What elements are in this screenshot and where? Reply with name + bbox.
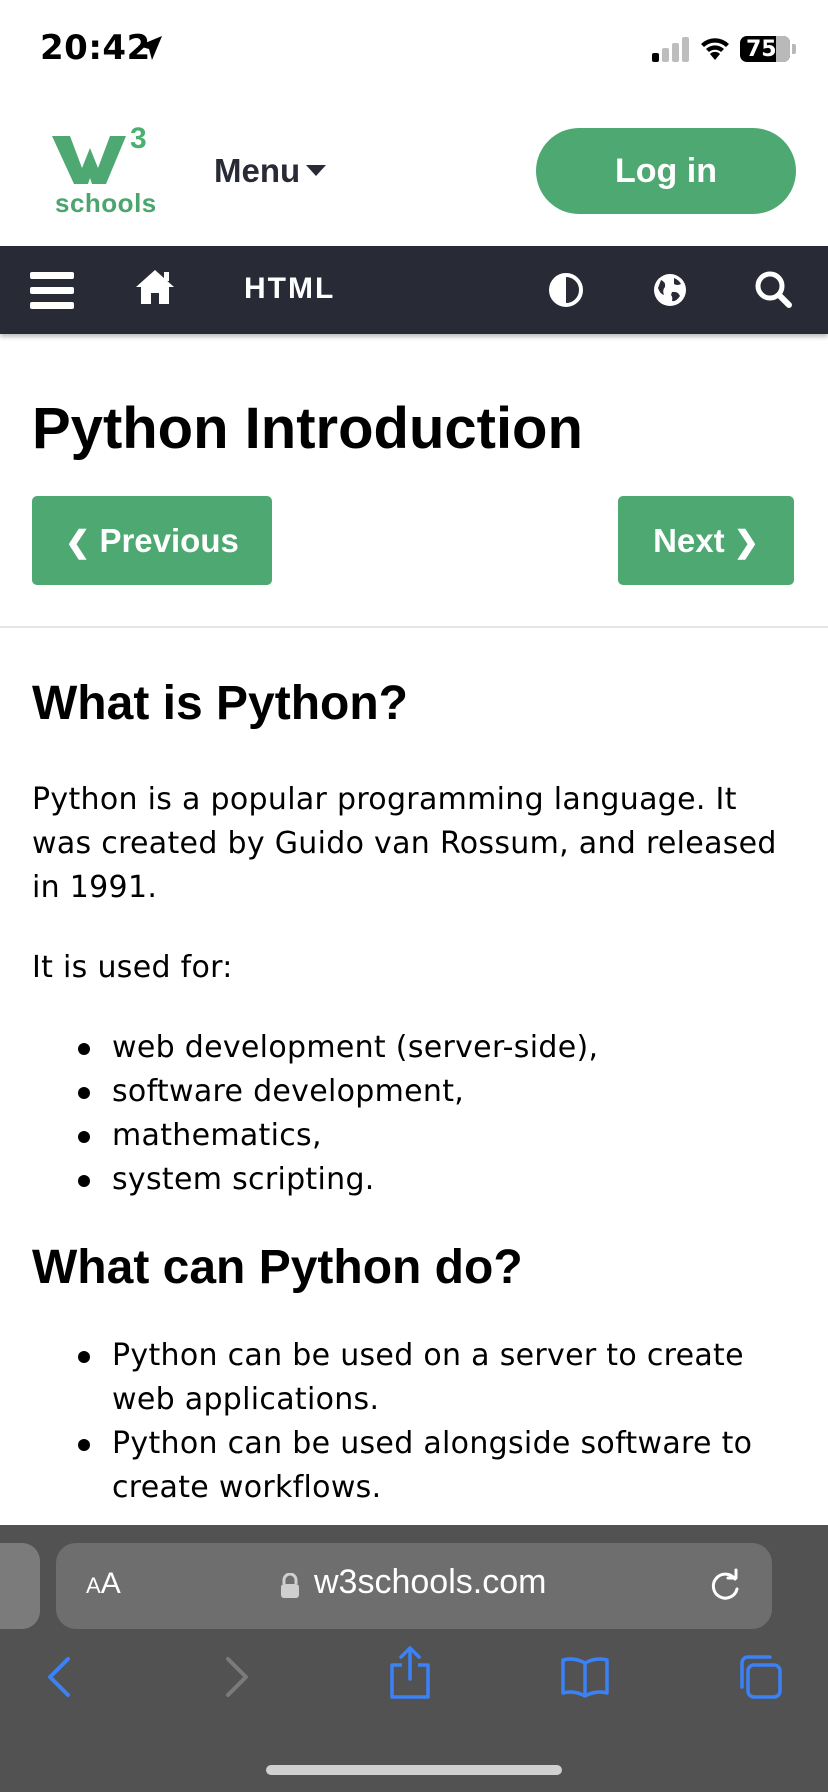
text-size-button[interactable]: AA (86, 1567, 121, 1601)
menu-button[interactable]: Menu (214, 152, 327, 190)
w3-logo-mark-icon (52, 136, 126, 184)
home-icon[interactable] (134, 268, 176, 306)
lock-icon (281, 1573, 299, 1598)
list-item: mathematics, (32, 1114, 802, 1158)
cellular-signal-icon (652, 36, 692, 62)
list-item: web development (server-side), (32, 1026, 802, 1070)
forward-icon[interactable] (222, 1655, 252, 1699)
status-time: 20:42 (40, 28, 151, 68)
site-header: 3 schools Menu Log in (0, 100, 828, 246)
intro-paragraphs: Python is a popular programming language… (32, 778, 802, 1026)
reload-icon[interactable] (708, 1567, 742, 1603)
logo-superscript: 3 (130, 122, 147, 155)
browser-nav-tools (0, 1646, 828, 1725)
battery-tip (792, 44, 796, 54)
nav-html-link[interactable]: HTML (244, 272, 335, 306)
location-arrow-icon (138, 36, 162, 60)
capabilities-list: Python can be used on a server to create… (32, 1334, 802, 1510)
menu-label: Menu (214, 152, 301, 189)
back-icon[interactable] (44, 1655, 74, 1699)
previous-label: Previous (99, 522, 239, 559)
contrast-icon[interactable] (548, 272, 584, 308)
logo-text: schools (55, 188, 157, 218)
page-title: Python Introduction (32, 396, 583, 461)
topnav: HTML (0, 246, 828, 334)
uses-intro-paragraph: It is used for: (32, 950, 233, 985)
list-item: Python can be used on a server to create… (32, 1334, 802, 1422)
battery-icon: 75 (740, 36, 790, 62)
chevron-left-icon: ❮ (65, 526, 91, 559)
home-indicator[interactable] (266, 1765, 562, 1775)
globe-icon[interactable] (652, 272, 688, 308)
divider (0, 626, 828, 628)
section-heading-what-is: What is Python? (32, 677, 408, 730)
hamburger-menu-icon[interactable] (30, 270, 74, 310)
previous-tab-preview[interactable] (0, 1543, 40, 1629)
next-button[interactable]: Next ❯ (618, 496, 794, 585)
browser-toolbar: AA w3schools.com (0, 1525, 828, 1792)
list-item: Python can be used alongside software to… (32, 1422, 802, 1510)
login-button[interactable]: Log in (536, 128, 796, 214)
w3schools-logo[interactable]: 3 schools (52, 122, 156, 222)
status-bar: 20:42 75 (0, 0, 828, 100)
list-item: system scripting. (32, 1158, 802, 1202)
url-text: w3schools.com (314, 1563, 547, 1601)
tabs-icon[interactable] (736, 1653, 784, 1701)
uses-list: web development (server-side), software … (32, 1026, 802, 1202)
bookmarks-icon[interactable] (560, 1655, 610, 1699)
list-item: software development, (32, 1070, 802, 1114)
previous-button[interactable]: ❮ Previous (32, 496, 272, 585)
next-label: Next (653, 522, 725, 559)
address-bar[interactable]: AA w3schools.com (56, 1543, 772, 1629)
chevron-right-icon: ❯ (733, 526, 759, 559)
battery-level: 75 (746, 37, 777, 62)
caret-down-icon (306, 164, 327, 176)
intro-paragraph: Python is a popular programming language… (32, 782, 777, 905)
section-heading-what-can: What can Python do? (32, 1241, 523, 1294)
share-icon[interactable] (388, 1645, 432, 1701)
search-icon[interactable] (754, 270, 792, 308)
wifi-icon (701, 38, 729, 60)
